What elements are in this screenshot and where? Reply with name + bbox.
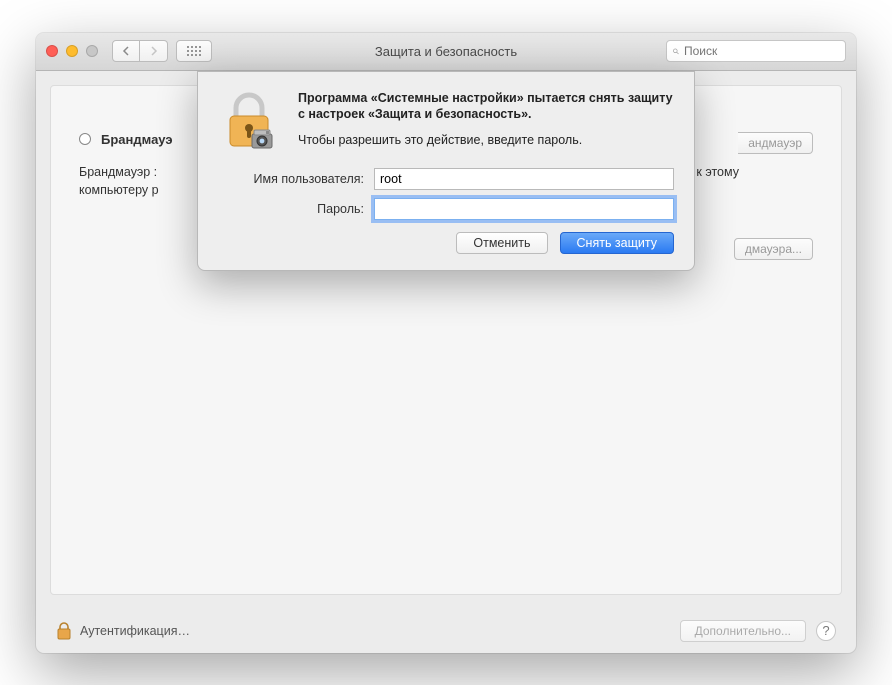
lock-large-icon (218, 90, 280, 152)
auth-form: Имя пользователя: Пароль: (218, 168, 674, 220)
desc-line2: компьютеру р (79, 183, 159, 197)
firewall-toggle: Выключить андмауэр (738, 132, 813, 154)
username-label: Имя пользователя: (218, 172, 374, 186)
show-all-button[interactable] (176, 40, 212, 62)
dialog-message: Программа «Системные настройки» пытается… (298, 90, 674, 124)
traffic-lights (46, 45, 98, 57)
password-input[interactable] (374, 198, 674, 220)
firewall-options-button[interactable]: дмауэра... (734, 238, 813, 260)
minimize-window-button[interactable] (66, 45, 78, 57)
close-window-button[interactable] (46, 45, 58, 57)
lock-icon (56, 621, 72, 641)
titlebar: Защита и безопасность (36, 33, 856, 71)
desc-line1: Брандмауэр : (79, 165, 157, 179)
dialog-text: Программа «Системные настройки» пытается… (298, 90, 674, 152)
lock-area[interactable]: Аутентификация… (56, 621, 190, 641)
grid-icon (187, 46, 201, 56)
username-row: Имя пользователя: (218, 168, 674, 190)
search-icon (673, 46, 679, 57)
footer: Аутентификация… Дополнительно... ? (36, 609, 856, 653)
forward-button[interactable] (140, 40, 168, 62)
unlock-button[interactable]: Снять защиту (560, 232, 674, 254)
auth-label: Аутентификация… (80, 624, 190, 638)
preferences-window: Защита и безопасность Брандмауэ Выключит… (36, 33, 856, 653)
nav-buttons (112, 40, 168, 62)
password-label: Пароль: (218, 202, 374, 216)
password-row: Пароль: (218, 198, 674, 220)
help-button[interactable]: ? (816, 621, 836, 641)
search-input[interactable] (684, 44, 839, 58)
search-field[interactable] (666, 40, 846, 62)
dialog-buttons: Отменить Снять защиту (218, 232, 674, 254)
advanced-button[interactable]: Дополнительно... (680, 620, 806, 642)
status-indicator (79, 133, 91, 145)
cancel-button[interactable]: Отменить (456, 232, 547, 254)
auth-dialog: Программа «Системные настройки» пытается… (197, 71, 695, 271)
username-input[interactable] (374, 168, 674, 190)
zoom-window-button[interactable] (86, 45, 98, 57)
firewall-status-label: Брандмауэ (101, 132, 173, 147)
firewall-off-segment-partial[interactable]: андмауэр (738, 132, 813, 154)
dialog-instruction: Чтобы разрешить это действие, введите па… (298, 133, 674, 147)
dialog-header: Программа «Системные настройки» пытается… (218, 90, 674, 152)
back-button[interactable] (112, 40, 140, 62)
desc-line3: к этому (696, 163, 739, 182)
